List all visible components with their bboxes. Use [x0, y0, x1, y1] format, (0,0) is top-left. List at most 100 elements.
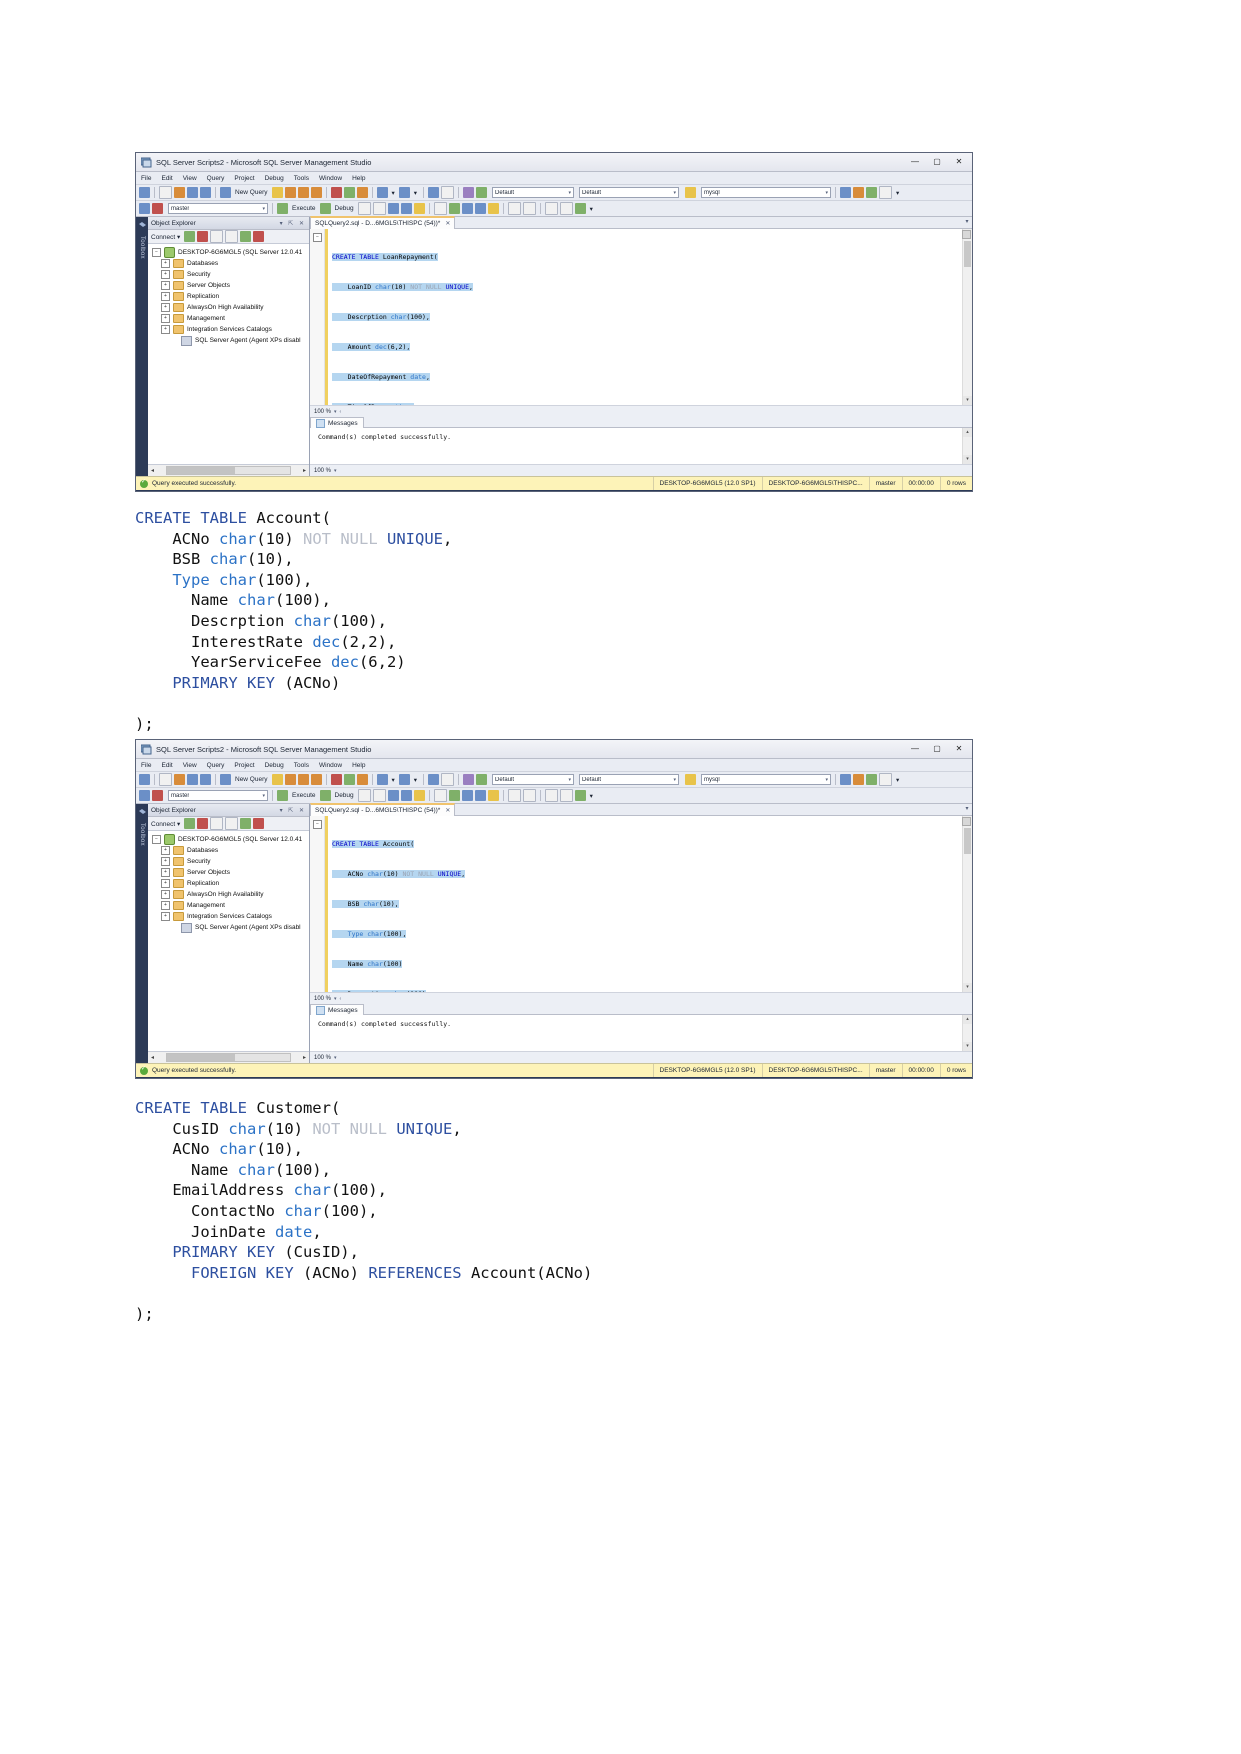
new-query-button[interactable]: New Query [233, 776, 270, 783]
analysis-dmx-query-icon[interactable] [297, 187, 309, 198]
available-databases-combo[interactable]: master ▾ [168, 790, 268, 801]
expand-toggle-icon[interactable]: + [161, 303, 170, 312]
tree-node-replication[interactable]: + Replication [152, 878, 309, 889]
expand-toggle-icon[interactable]: + [161, 270, 170, 279]
messages-pane[interactable]: Command(s) completed successfully. ▴ ▾ [310, 428, 972, 464]
find-combo[interactable]: mysql ▾ [701, 774, 832, 785]
object-explorer-icon[interactable] [866, 187, 878, 198]
menu-edit[interactable]: Edit [161, 762, 172, 769]
query-options-icon[interactable] [400, 203, 412, 214]
open-project-icon[interactable] [159, 186, 172, 199]
menu-window[interactable]: Window [319, 175, 342, 182]
toolbox-label[interactable]: Toolbox [139, 823, 145, 846]
sql-editor-toolbar[interactable]: master ▾ Execute Debug ▾ [136, 201, 972, 217]
available-databases-combo[interactable]: master ▾ [168, 203, 268, 214]
expand-toggle-icon[interactable]: + [161, 281, 170, 290]
standard-toolbar[interactable]: New Query ▾ ▾ Default ▾ Default ▾ mysql … [136, 772, 972, 788]
connect-icon[interactable] [139, 790, 150, 801]
results-to-grid-icon[interactable] [448, 790, 460, 801]
tab-list-chevron-icon[interactable]: ▾ [962, 217, 972, 229]
analysis-mdx-query-icon[interactable] [284, 774, 296, 785]
maximize-button[interactable]: ▢ [926, 740, 948, 758]
connect-dropdown[interactable]: Connect ▾ [151, 233, 180, 241]
document-tab-row[interactable]: SQLQuery2.sql - D...6MGL5\THISPC (54))* … [310, 216, 972, 229]
messages-vertical-scrollbar[interactable]: ▴ ▾ [962, 428, 972, 464]
new-query-button[interactable]: New Query [233, 189, 270, 196]
tree-node-sql-server-agent[interactable]: SQL Server Agent (Agent XPs disabl [152, 335, 309, 346]
chevron-down-icon[interactable]: ▾ [334, 996, 337, 1002]
refresh-icon[interactable] [240, 818, 252, 829]
standard-toolbar[interactable]: New Query ▾ ▾ Default ▾ Default ▾ mysql … [136, 185, 972, 201]
close-icon[interactable]: ✕ [445, 807, 450, 814]
new-query-icon[interactable] [220, 774, 231, 785]
include-actual-plan-icon[interactable] [413, 203, 425, 214]
registered-servers-icon[interactable] [463, 187, 475, 198]
parse-check-icon[interactable] [372, 789, 386, 802]
menu-query[interactable]: Query [207, 175, 225, 182]
redo-icon[interactable] [398, 774, 410, 785]
scroll-left-icon[interactable]: ◂ [148, 1054, 157, 1061]
copy-icon[interactable] [343, 774, 355, 785]
editor-zoom-bar[interactable]: 100 % ▾ ‹ [310, 992, 972, 1004]
scroll-down-icon[interactable]: ▾ [963, 1042, 972, 1051]
editor-gutter[interactable]: − [310, 229, 325, 405]
tree-node-replication[interactable]: + Replication [152, 291, 309, 302]
split-view-handle[interactable] [962, 817, 971, 826]
scroll-thumb[interactable] [964, 241, 971, 267]
include-actual-plan-icon[interactable] [413, 790, 425, 801]
disconnect-icon[interactable] [152, 203, 163, 214]
menu-help[interactable]: Help [352, 762, 365, 769]
results-zoom-bar[interactable]: 100 % ▾ [310, 1051, 972, 1063]
menu-tools[interactable]: Tools [294, 175, 309, 182]
tab-messages[interactable]: Messages [310, 417, 364, 428]
template-explorer-icon[interactable] [879, 773, 893, 786]
results-zoom-bar[interactable]: 100 % ▾ [310, 464, 972, 476]
analysis-mdx-query-icon[interactable] [284, 187, 296, 198]
expand-toggle-icon[interactable]: + [161, 314, 170, 323]
execute-button[interactable]: Execute [290, 792, 318, 799]
toolbox-label[interactable]: Toolbox [139, 236, 145, 259]
close-button[interactable]: ✕ [948, 740, 970, 758]
ssms-window-1[interactable]: SQL Server Scripts2 - Microsoft SQL Serv… [135, 152, 973, 492]
tree-node-databases[interactable]: + Databases [152, 258, 309, 269]
object-explorer-panel[interactable]: Object Explorer ▾ ⇱ ✕ Connect ▾ − DESKTO… [148, 217, 310, 476]
chevron-down-icon[interactable]: ▾ [826, 777, 829, 783]
chevron-down-icon[interactable]: ▾ [826, 190, 829, 196]
tree-node-integration-services[interactable]: + Integration Services Catalogs [152, 324, 309, 335]
menu-debug[interactable]: Debug [265, 762, 284, 769]
open-file-icon[interactable] [174, 187, 185, 198]
tree-node-root[interactable]: − DESKTOP-6G6MGL5 (SQL Server 12.0.41 [152, 834, 309, 845]
stop-refresh-icon[interactable] [210, 817, 224, 830]
chevron-down-icon[interactable]: ▾ [674, 777, 677, 783]
menu-project[interactable]: Project [234, 175, 254, 182]
expand-toggle-icon[interactable]: − [152, 835, 161, 844]
debug-play-icon[interactable] [319, 203, 331, 214]
save-icon[interactable] [187, 774, 198, 785]
bookmark-icon[interactable] [544, 789, 558, 802]
find-combo[interactable]: mysql ▾ [701, 187, 832, 198]
document-tab-row[interactable]: SQLQuery2.sql - D...6MGL5\THISPC (54))* … [310, 803, 972, 816]
menu-bar[interactable]: File Edit View Query Project Debug Tools… [136, 172, 972, 185]
panel-controls[interactable]: ▾ ⇱ ✕ [280, 807, 306, 814]
scroll-left-icon[interactable]: ◂ [148, 467, 157, 474]
tree-node-management[interactable]: + Management [152, 900, 309, 911]
new-item-icon[interactable] [139, 774, 150, 785]
tree-node-databases[interactable]: + Databases [152, 845, 309, 856]
expand-toggle-icon[interactable]: + [161, 259, 170, 268]
disconnect-server-icon[interactable] [197, 818, 209, 829]
analysis-dmx-query-icon[interactable] [297, 774, 309, 785]
refresh-icon[interactable] [240, 231, 252, 242]
connect-server-icon[interactable] [184, 231, 196, 242]
panel-controls[interactable]: ▾ ⇱ ✕ [280, 220, 306, 227]
stop-icon[interactable] [357, 202, 371, 215]
specify-values-icon[interactable] [574, 203, 586, 214]
code-editor[interactable]: − CREATE TABLE LoanRepayment( LoanID cha… [310, 229, 972, 405]
messages-vertical-scrollbar[interactable]: ▴ ▾ [962, 1015, 972, 1051]
find-in-files-icon[interactable] [685, 187, 697, 198]
menu-help[interactable]: Help [352, 175, 365, 182]
menu-debug[interactable]: Debug [265, 175, 284, 182]
object-explorer-tree[interactable]: − DESKTOP-6G6MGL5 (SQL Server 12.0.41 + … [148, 831, 309, 1051]
editor-vertical-scrollbar[interactable]: ▾ [962, 816, 972, 992]
toggle-bookmark-icon[interactable] [559, 789, 573, 802]
chevron-down-icon[interactable]: ▾ [262, 793, 265, 799]
